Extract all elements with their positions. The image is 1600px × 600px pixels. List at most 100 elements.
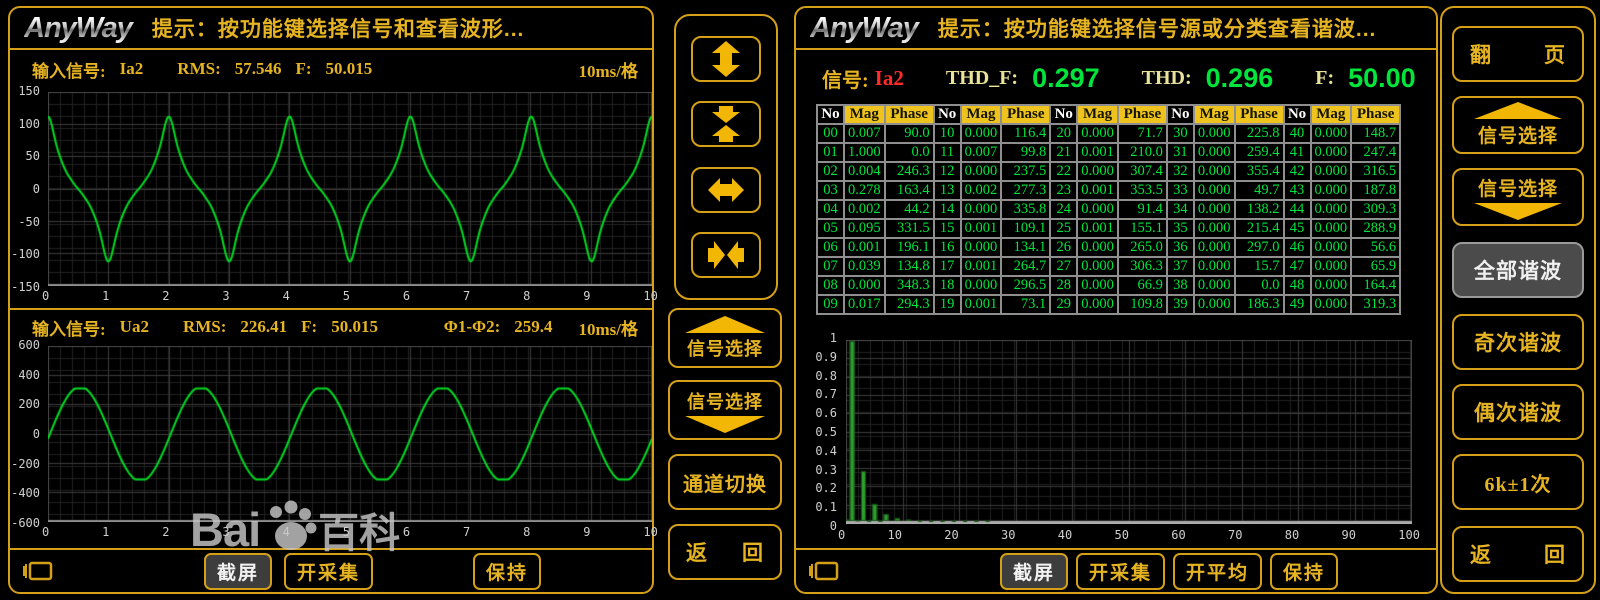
expand-vertical-icon — [706, 39, 746, 79]
signal-select-up-button[interactable]: 信号选择 — [668, 308, 782, 368]
expand-vertical-button[interactable] — [691, 36, 761, 82]
tick-label: 10 — [888, 528, 902, 542]
page-flip-label-left: 翻 — [1470, 39, 1492, 69]
six-k-harmonics-button[interactable]: 6k±1次 — [1452, 454, 1584, 510]
plot2-phase-label: Φ1-Φ2: — [444, 317, 501, 337]
plot2-rms-label: RMS: — [183, 317, 226, 337]
plot2-rms-value: 226.41 — [240, 317, 287, 337]
tick-label: 0 — [33, 182, 40, 196]
start-average-button[interactable]: 开平均 — [1173, 553, 1262, 590]
tick-label: 150 — [18, 84, 40, 98]
screenshot-button-right[interactable]: 截屏 — [1000, 553, 1068, 590]
back-label-right: 回 — [1544, 539, 1566, 569]
plot1-rms-value: 57.546 — [235, 59, 282, 79]
table-row: 080.000348.3180.000296.5280.00066.9380.0… — [817, 276, 1400, 295]
screenshot-button[interactable]: 截屏 — [204, 553, 272, 590]
tick-label: 10 — [643, 525, 657, 539]
table-row: 090.017294.3190.00173.1290.000109.8390.0… — [817, 295, 1400, 314]
plot2-y-axis-labels: 6004002000-200-400-600 — [10, 338, 44, 530]
thd-value: 0.296 — [1206, 63, 1274, 94]
table-row: 050.095331.5150.001109.1250.001155.1350.… — [817, 219, 1400, 238]
spectrum-x-axis-labels: 0102030405060708090100 — [838, 528, 1420, 542]
signal-select-down-button-right[interactable]: 信号选择 — [1452, 168, 1584, 226]
tick-label: 0.9 — [815, 350, 837, 364]
tick-label: 6 — [403, 289, 410, 303]
signal-select-down-label: 信号选择 — [687, 388, 763, 414]
plot1-freq-label: F: — [296, 59, 312, 79]
tick-label: 0.1 — [815, 500, 837, 514]
tick-label: 0.3 — [815, 463, 837, 477]
back-button-left-panel[interactable]: 返 回 — [668, 524, 782, 580]
power-analyzer-ui: AnyWay 提示：按功能键选择信号和查看波形... 输入信号: Ia2 RMS… — [0, 0, 1600, 600]
plot2-signal-label: 输入信号: — [32, 315, 106, 340]
tick-label: 80 — [1285, 528, 1299, 542]
tick-label: 0 — [42, 525, 49, 539]
compress-horizontal-button[interactable] — [691, 232, 761, 278]
tick-label: 400 — [18, 368, 40, 382]
tick-label: 0.7 — [815, 387, 837, 401]
signal-select-down-label: 信号选择 — [1478, 174, 1558, 201]
left-panel-header: AnyWay 提示：按功能键选择信号和查看波形... — [10, 8, 652, 50]
plot1-rms-label: RMS: — [177, 59, 220, 79]
start-capture-button[interactable]: 开采集 — [284, 553, 373, 590]
tick-label: 0.5 — [815, 425, 837, 439]
tick-label: 8 — [523, 525, 530, 539]
anyway-logo-right: AnyWay — [810, 12, 922, 45]
signal-select-up-label: 信号选择 — [1478, 121, 1558, 148]
tick-label: 1 — [102, 289, 109, 303]
anyway-logo: AnyWay — [24, 12, 136, 45]
thd-label: THD: — [1142, 67, 1192, 90]
tick-label: 6 — [403, 525, 410, 539]
signal-select-down-button[interactable]: 信号选择 — [668, 380, 782, 440]
triangle-up-icon — [1474, 102, 1562, 119]
hold-button-right[interactable]: 保持 — [1270, 553, 1338, 590]
tick-label: 3 — [222, 525, 229, 539]
plot2-x-axis-labels: 012345678910 — [42, 525, 658, 539]
plot2-freq-value: 50.015 — [331, 317, 378, 337]
expand-horizontal-icon — [706, 170, 746, 210]
expand-horizontal-button[interactable] — [691, 167, 761, 213]
start-capture-button-right[interactable]: 开采集 — [1076, 553, 1165, 590]
thdf-label: THD_F: — [946, 67, 1018, 90]
signal-label: 信号: — [822, 64, 869, 93]
zoom-button-group — [674, 14, 778, 300]
ua2-waveform-chart — [48, 346, 652, 522]
back-button-right-panel[interactable]: 返 回 — [1452, 526, 1584, 582]
plot1-x-axis-labels: 012345678910 — [42, 289, 658, 303]
harmonics-table: NoMagPhaseNoMagPhaseNoMagPhaseNoMagPhase… — [816, 104, 1401, 315]
plot2-freq-label: F: — [301, 317, 317, 337]
freq-label: F: — [1315, 67, 1334, 90]
tick-label: -100 — [11, 247, 40, 261]
table-row: 030.278163.4130.002277.3230.001353.5330.… — [817, 181, 1400, 200]
tick-label: 0 — [830, 519, 837, 533]
tick-label: 0 — [838, 528, 845, 542]
back-label-left: 返 — [686, 537, 708, 567]
tick-label: 3 — [222, 289, 229, 303]
compress-vertical-icon — [706, 104, 746, 144]
compress-vertical-button[interactable] — [691, 101, 761, 147]
hold-button[interactable]: 保持 — [473, 553, 541, 590]
tick-label: 2 — [162, 525, 169, 539]
channel-switch-button[interactable]: 通道切换 — [668, 454, 782, 510]
ia2-waveform-chart — [48, 92, 652, 286]
tick-label: 0 — [42, 289, 49, 303]
tick-label: 7 — [463, 525, 470, 539]
triangle-down-icon — [685, 416, 765, 433]
signal-select-up-button-right[interactable]: 信号选择 — [1452, 96, 1584, 154]
harmonics-info-row: 信号: Ia2 THD_F: 0.297 THD: 0.296 F: 50.00 — [822, 56, 1426, 100]
tick-label: 200 — [18, 397, 40, 411]
tick-label: -200 — [11, 457, 40, 471]
left-hint-text: 提示：按功能键选择信号和查看波形... — [152, 13, 525, 43]
tick-label: 0 — [33, 427, 40, 441]
tick-label: 0.2 — [815, 481, 837, 495]
harmonics-controls-column: 翻 页 信号选择 信号选择 全部谐波 奇次谐波 偶次谐波 6k±1次 返 回 — [1440, 6, 1596, 594]
tick-label: -150 — [11, 280, 40, 294]
tick-label: 0.8 — [815, 369, 837, 383]
all-harmonics-button[interactable]: 全部谐波 — [1452, 242, 1584, 298]
even-harmonics-button[interactable]: 偶次谐波 — [1452, 384, 1584, 440]
odd-harmonics-button[interactable]: 奇次谐波 — [1452, 314, 1584, 370]
tick-label: 100 — [1398, 528, 1420, 542]
page-flip-button[interactable]: 翻 页 — [1452, 26, 1584, 82]
triangle-up-icon — [685, 316, 765, 333]
tick-label: 0.6 — [815, 406, 837, 420]
